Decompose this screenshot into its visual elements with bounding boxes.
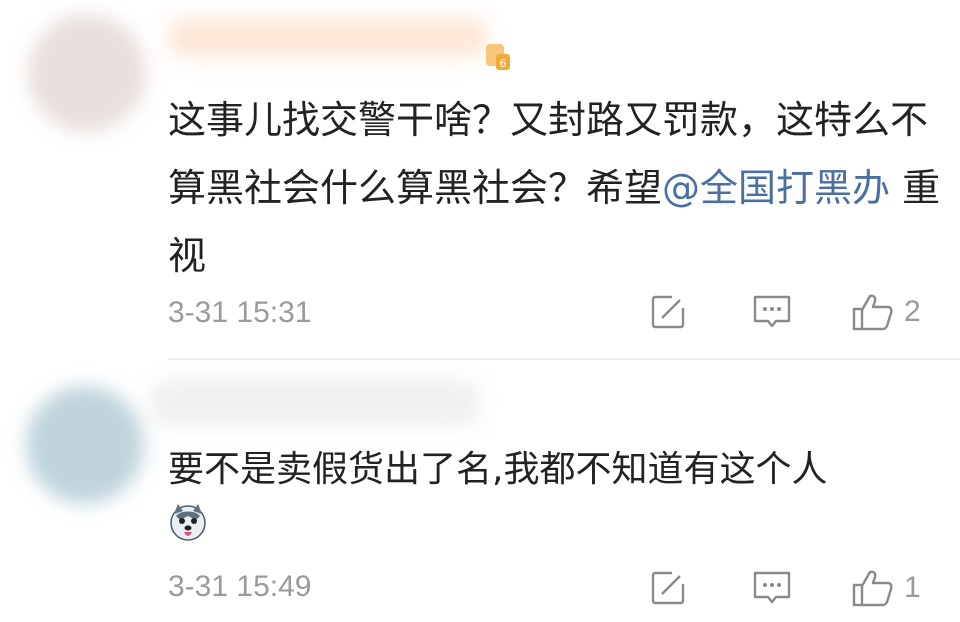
share-button[interactable] [650,568,688,606]
comment-item: 要不是卖假货出了名,我都不知道有这个人 3-31 15:49 1 [0,362,960,622]
husky-face-emoji [168,501,208,561]
username-blurred[interactable] [168,18,488,56]
comment-text: 这事儿找交警干啥？又封路又罚款，这特么不算黑社会什么算黑社会？希望@全国打黑办 … [168,86,948,290]
like-button[interactable]: 1 [852,568,921,608]
comment-time: 3-31 15:49 [168,570,312,603]
share-icon [651,293,687,329]
level-badge-icon: 6 [486,44,510,70]
comment-item: 6 这事儿找交警干啥？又封路又罚款，这特么不算黑社会什么算黑社会？希望@全国打黑… [0,0,960,360]
husky-face-icon [170,504,206,541]
like-button[interactable]: 2 [852,292,921,332]
like-icon [852,570,893,607]
avatar[interactable] [28,14,146,132]
like-count: 2 [904,295,921,328]
comment-text: 要不是卖假货出了名,我都不知道有这个人 [168,440,948,561]
divider [168,358,960,360]
reply-icon [753,571,791,604]
reply-button[interactable] [752,292,792,330]
reply-button[interactable] [752,568,792,606]
like-icon [852,294,893,331]
level-number: 6 [500,57,507,70]
reply-icon [753,295,791,328]
like-count: 1 [904,571,921,604]
comment-text-part: 要不是卖假货出了名,我都不知道有这个人 [168,449,828,490]
share-button[interactable] [650,292,688,330]
share-icon [651,569,687,605]
avatar[interactable] [26,386,144,504]
mention-link[interactable]: @全国打黑办 [662,166,890,210]
comment-time: 3-31 15:31 [168,296,312,329]
username-blurred[interactable] [150,380,480,426]
